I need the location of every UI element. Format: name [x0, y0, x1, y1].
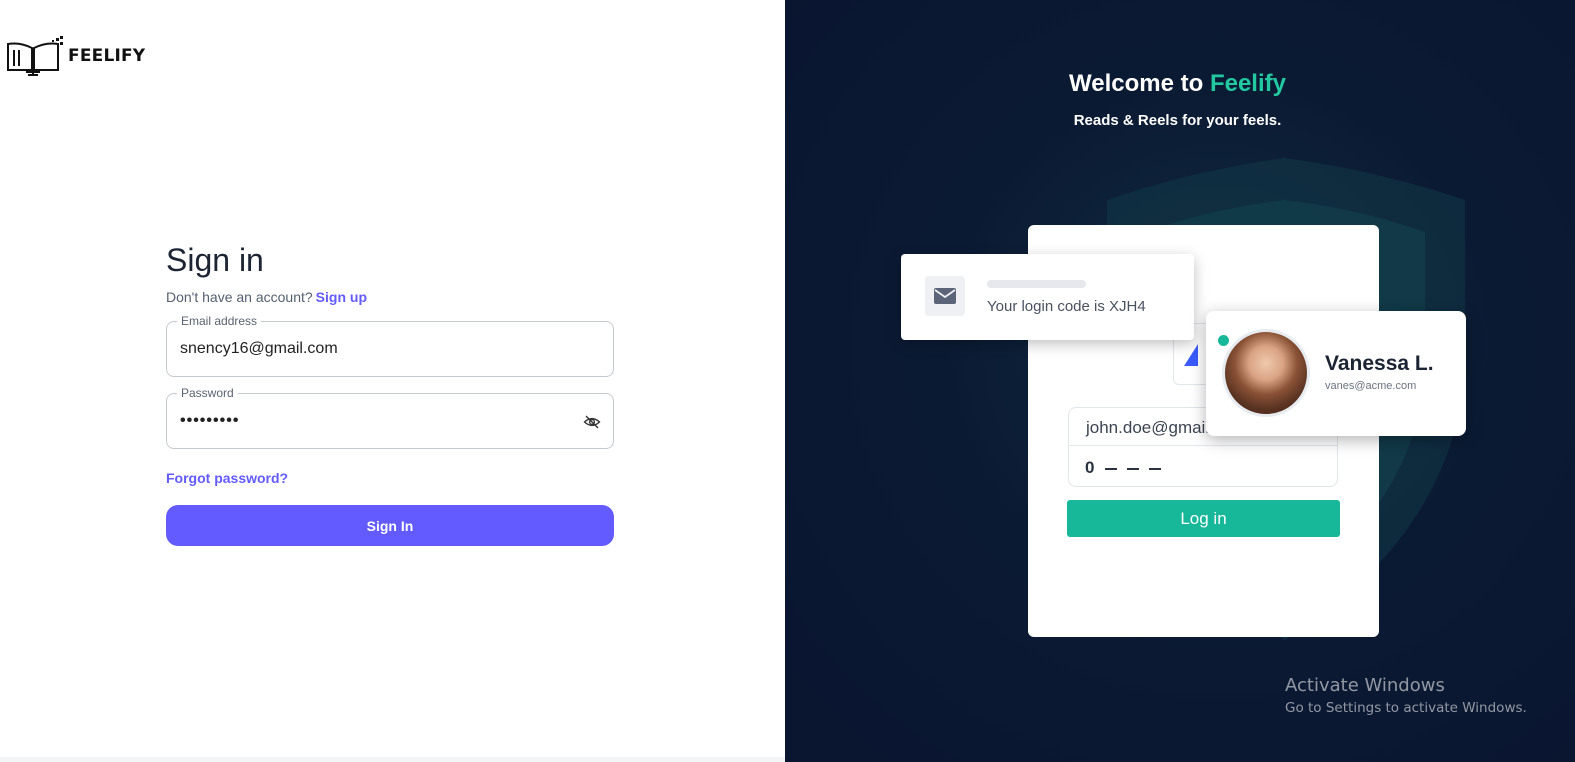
logo[interactable]: FEELIFY	[6, 36, 145, 76]
forgot-password-link[interactable]: Forgot password?	[166, 470, 614, 486]
eye-off-icon[interactable]	[583, 413, 601, 431]
email-field[interactable]: Email address snency16@gmail.com	[166, 314, 614, 377]
code-dash	[1127, 467, 1140, 470]
welcome-heading: Welcome to Feelify	[785, 70, 1570, 98]
mock-login-button: Log in	[1067, 500, 1340, 537]
signup-link[interactable]: Sign up	[316, 289, 367, 305]
logo-text: FEELIFY	[68, 46, 146, 66]
mail-icon-box	[925, 276, 965, 316]
hero-panel: Welcome to Feelify Reads & Reels for you…	[785, 0, 1575, 762]
sign-in-panel: FEELIFY Sign in Don't have an account? Si…	[0, 0, 785, 762]
email-label: Email address	[177, 314, 262, 328]
mock-email: john.doe@gmail	[1086, 418, 1210, 437]
tagline: Reads & Reels for your feels.	[1073, 112, 1282, 129]
welcome-brand: Feelify	[1209, 70, 1286, 97]
password-field[interactable]: Password •••••••••	[166, 386, 614, 449]
user-email: vanes@acme.com	[1325, 380, 1417, 392]
activate-subtitle: Go to Settings to activate Windows.	[1285, 700, 1527, 716]
no-account-text: Don't have an account?	[166, 289, 313, 305]
mail-icon	[934, 288, 956, 304]
code-dash	[1149, 467, 1162, 470]
mock-code-first: 0	[1085, 458, 1096, 477]
mock-divider	[1069, 445, 1337, 446]
sign-in-form: Sign in Don't have an account? Sign up Em…	[166, 240, 614, 546]
book-logo-icon	[7, 36, 63, 76]
mini-logo-icon	[1184, 344, 1198, 366]
check-icon	[1216, 333, 1231, 348]
page-title: Sign in	[166, 242, 264, 278]
signup-prompt: Don't have an account? Sign up	[166, 289, 614, 305]
login-code-card: Your login code is XJH4	[901, 254, 1194, 340]
mock-code: 0	[1085, 458, 1162, 478]
placeholder-bar	[987, 280, 1086, 288]
user-name: Vanessa L.	[1325, 352, 1434, 375]
bottom-strip	[0, 757, 785, 762]
user-card: Vanessa L. vanes@acme.com	[1206, 311, 1466, 436]
sign-in-button[interactable]: Sign In	[166, 505, 614, 546]
login-code-text: Your login code is XJH4	[987, 298, 1146, 315]
welcome-prefix: Welcome to	[1069, 70, 1204, 97]
password-label: Password	[177, 386, 238, 400]
code-dash	[1105, 467, 1118, 470]
activate-title: Activate Windows	[1285, 675, 1445, 696]
activate-windows-watermark: Activate Windows Go to Settings to activ…	[1285, 675, 1527, 716]
password-value[interactable]: •••••••••	[180, 412, 239, 430]
email-value[interactable]: snency16@gmail.com	[180, 340, 338, 358]
avatar	[1222, 329, 1310, 417]
